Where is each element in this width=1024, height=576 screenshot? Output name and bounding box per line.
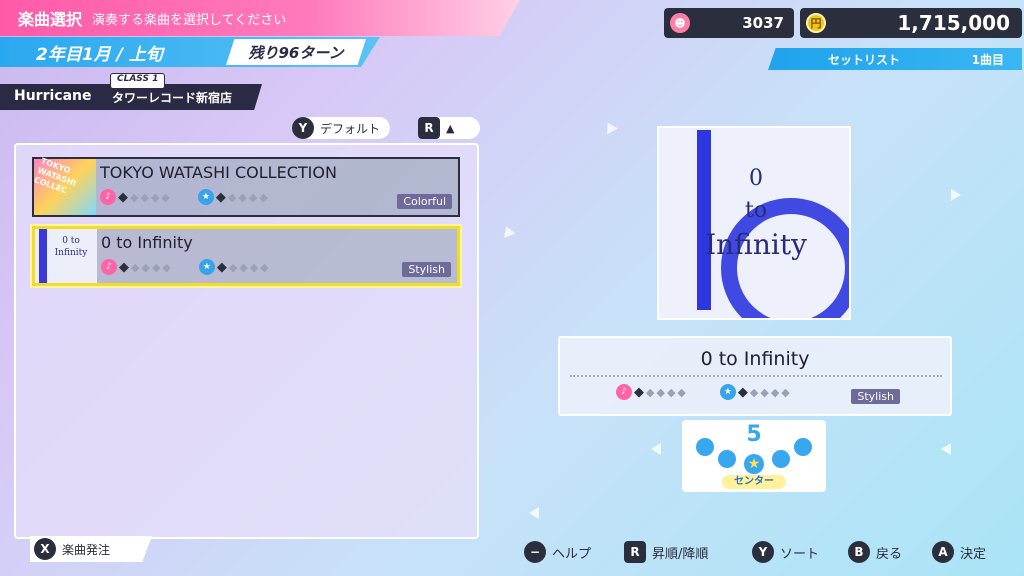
song-meters: ♪ ◆ ◆ ◆ ◆ ◆ ★ ◆ ◆ ◆ ◆ ◆	[100, 189, 268, 205]
money-counter: 円 1,715,000	[800, 8, 1022, 38]
minus-button-icon: −	[524, 541, 546, 563]
x-button-icon: X	[34, 538, 56, 560]
decor-triangle	[941, 443, 951, 455]
detail-song-title: 0 to Infinity	[700, 348, 810, 370]
page-title: 楽曲選択	[18, 10, 83, 29]
style-tag: Stylish	[851, 389, 900, 404]
dance-meter: ★ ◆ ◆ ◆ ◆ ◆	[198, 259, 269, 275]
vocal-meter: ♪ ◆ ◆ ◆ ◆ ◆	[101, 259, 171, 275]
r-button-icon: R	[418, 117, 440, 139]
song-thumbnail: 0 to Infinity	[35, 229, 97, 283]
guide-label: 昇順/降順	[652, 546, 709, 562]
order-song-button[interactable]: X 楽曲発注	[30, 536, 152, 562]
setlist-count: 1曲目	[971, 52, 1004, 67]
guide-label: ヘルプ	[552, 546, 592, 562]
smile-icon: ☻	[670, 13, 690, 33]
member-dot	[696, 438, 714, 456]
y-button-icon: Y	[292, 117, 314, 139]
song-list-item[interactable]: TOKYO WATASHI COLLEC TOKYO WATASHI COLLE…	[32, 156, 460, 217]
unit-name: Hurricane	[14, 88, 92, 104]
song-thumbnail: TOKYO WATASHI COLLEC	[32, 156, 96, 215]
decor-triangle	[602, 119, 618, 135]
shoe-icon: ★	[197, 189, 214, 205]
shoe-icon: ★	[719, 384, 736, 400]
guide-sort-order[interactable]: R 昇順/降順	[624, 541, 708, 563]
screen-title-bar: 楽曲選択 演奏する楽曲を選択してください	[0, 0, 520, 36]
guide-label: 戻る	[876, 546, 903, 562]
guide-confirm[interactable]: A 決定	[932, 541, 986, 563]
coin-icon: 円	[806, 13, 826, 33]
guide-label: ソート	[780, 546, 820, 562]
order-song-label: 楽曲発注	[62, 542, 111, 557]
setlist-label: セットリスト	[828, 52, 901, 67]
jacket-title-line3: Infinity	[705, 228, 807, 261]
money-amount: 1,715,000	[897, 11, 1010, 35]
decor-triangle	[500, 224, 516, 238]
song-jacket: 0 to Infinity	[657, 126, 851, 320]
microphone-icon: ♪	[616, 384, 632, 400]
member-dot	[794, 438, 812, 456]
member-dot	[772, 450, 790, 468]
song-detail-card: 0 to Infinity ♪ ◆ ◆ ◆ ◆ ◆ ★ ◆ ◆ ◆ ◆ ◆ Stylish	[558, 336, 952, 416]
position-card: 5 ★ センター	[682, 420, 826, 492]
vocal-meter: ♪ ◆ ◆ ◆ ◆ ◆	[100, 189, 170, 205]
style-tag: Stylish	[402, 262, 451, 277]
guide-help[interactable]: − ヘルプ	[524, 541, 591, 563]
jacket-title-line2: to	[744, 198, 768, 223]
song-list-item[interactable]: 0 to Infinity 0 to Infinity ♪ ◆ ◆ ◆ ◆ ◆ ★ ◆ ◆…	[32, 226, 460, 286]
dance-meter: ★ ◆ ◆ ◆ ◆ ◆	[719, 384, 790, 400]
y-button-icon: Y	[752, 541, 774, 563]
jacket-title-line1: 0	[749, 166, 763, 191]
dance-meter: ★ ◆ ◆ ◆ ◆ ◆	[197, 189, 268, 205]
shoe-icon: ★	[198, 259, 215, 275]
member-dot	[718, 450, 736, 468]
sort-order-chip[interactable]: R ▲	[418, 117, 480, 139]
vocal-meter: ♪ ◆ ◆ ◆ ◆ ◆	[616, 384, 686, 400]
decor-triangle	[651, 443, 661, 455]
guide-back[interactable]: B 戻る	[848, 541, 902, 563]
decor-triangle	[951, 189, 961, 201]
position-label: センター	[722, 475, 786, 489]
guide-sort[interactable]: Y ソート	[752, 541, 819, 563]
song-meters: ♪ ◆ ◆ ◆ ◆ ◆ ★ ◆ ◆ ◆ ◆ ◆	[101, 259, 269, 275]
class-badge: CLASS 1	[110, 73, 166, 89]
center-star-icon: ★	[744, 454, 764, 474]
setlist-bar: セットリスト 1曲目	[768, 48, 1022, 70]
detail-meters: ♪ ◆ ◆ ◆ ◆ ◆ ★ ◆ ◆ ◆ ◆ ◆	[616, 384, 790, 400]
ascending-icon: ▲	[446, 121, 455, 135]
fan-count: 3037	[742, 14, 784, 32]
song-title: TOKYO WATASHI COLLECTION	[100, 163, 337, 182]
b-button-icon: B	[848, 541, 870, 563]
a-button-icon: A	[932, 541, 954, 563]
thumb-text: 0 to Infinity	[54, 236, 88, 258]
r-button-icon: R	[624, 541, 646, 563]
microphone-icon: ♪	[101, 259, 117, 275]
remaining-turns: 残り96ターン	[226, 39, 366, 65]
fan-counter: ☻ 3037	[664, 8, 794, 38]
thumb-text: TOKYO WATASHI COLLEC	[32, 156, 78, 196]
venue-name: タワーレコード新宿店	[112, 91, 233, 105]
song-title: 0 to Infinity	[101, 233, 193, 252]
divider	[570, 375, 942, 377]
guide-label: 決定	[960, 546, 987, 562]
decor-triangle	[529, 507, 539, 519]
microphone-icon: ♪	[100, 189, 116, 205]
current-date: 2年目1月 / 上旬	[36, 45, 163, 65]
page-subtitle: 演奏する楽曲を選択してください	[92, 12, 287, 28]
style-tag: Colorful	[397, 194, 452, 209]
sort-default-label: デフォルト	[320, 121, 381, 136]
sort-default-chip[interactable]: Y デフォルト	[292, 117, 391, 139]
